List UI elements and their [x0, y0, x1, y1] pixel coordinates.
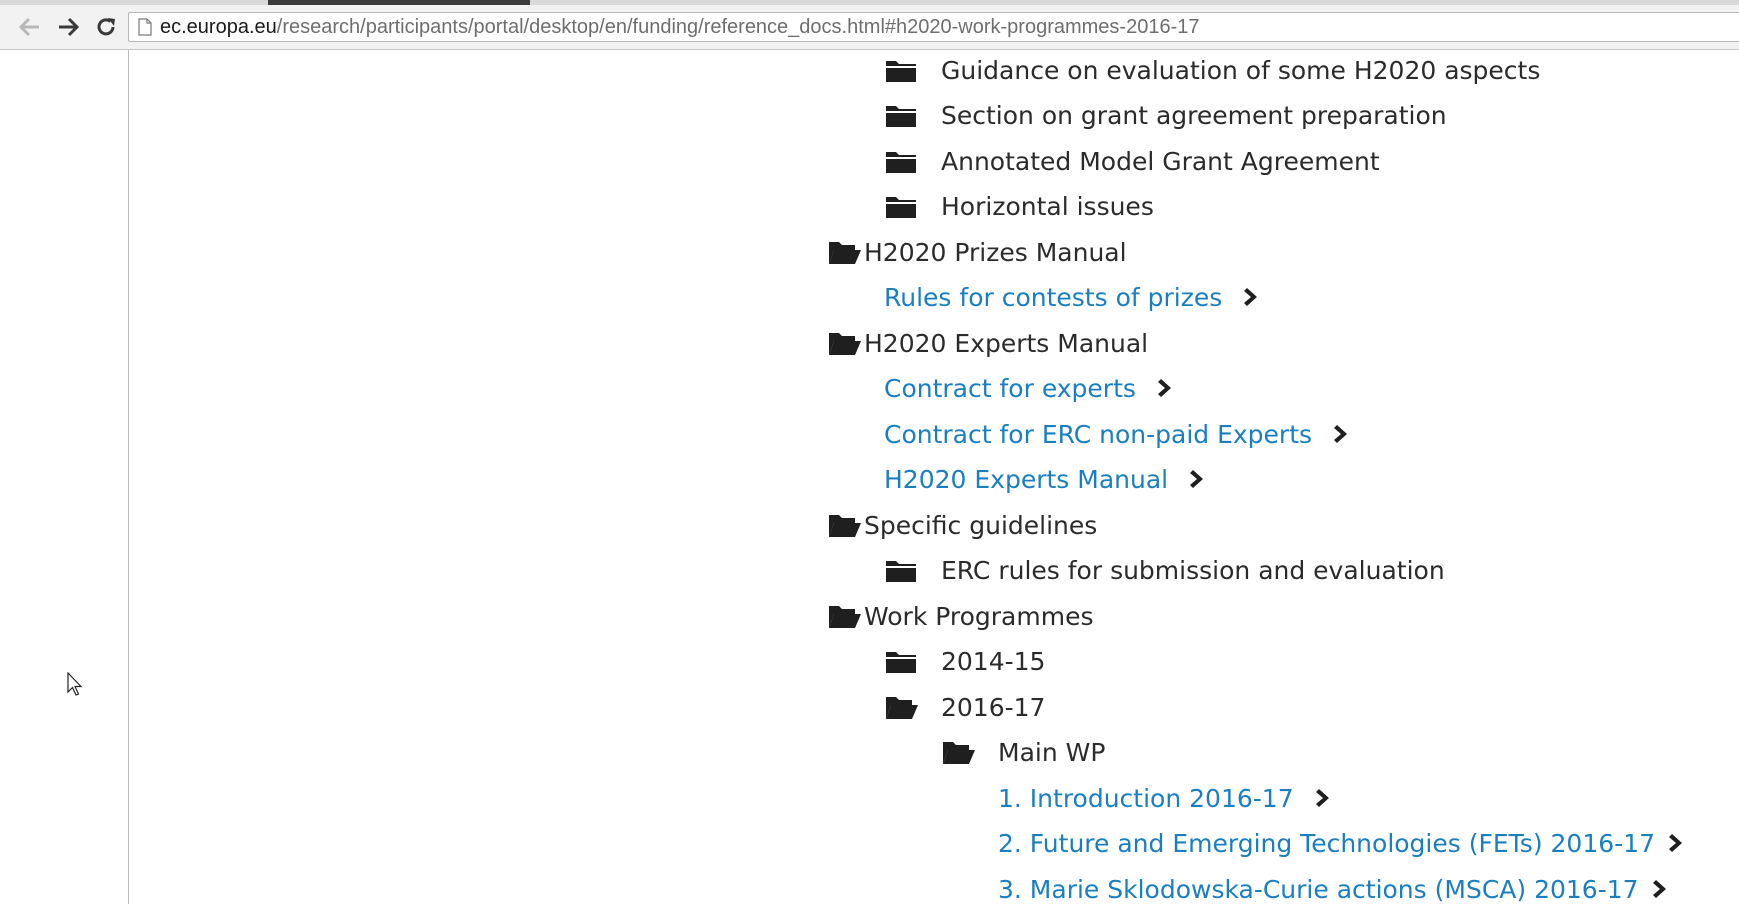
tree-item-label: Section on grant agreement preparation: [941, 100, 1447, 130]
tree-item-label: Annotated Model Grant Agreement: [941, 146, 1380, 176]
link-label: 3. Marie Sklodowska-Curie actions (MSCA)…: [998, 874, 1639, 904]
forward-button[interactable]: [52, 11, 84, 43]
chevron-right-icon: [1651, 877, 1671, 901]
link-fet[interactable]: 2. Future and Emerging Technologies (FET…: [998, 823, 1687, 863]
link-label: Contract for experts: [884, 373, 1136, 403]
sidebar-divider: [128, 50, 129, 904]
reload-button[interactable]: [90, 11, 122, 43]
tree-item-work-programmes[interactable]: Work Programmes: [827, 596, 1094, 636]
folder-open-icon: [941, 738, 975, 766]
chevron-right-icon: [1314, 786, 1334, 810]
mouse-cursor-icon: [67, 672, 83, 696]
tree-item-wp-2014[interactable]: 2014-15: [884, 641, 1045, 681]
tree-item-erc-rules[interactable]: ERC rules for submission and evaluation: [884, 550, 1445, 590]
tree-item-label: 2016-17: [941, 692, 1046, 722]
tree-item-wp-2016[interactable]: 2016-17: [884, 687, 1045, 727]
folder-open-icon: [827, 511, 861, 539]
folder-open-icon: [827, 238, 861, 266]
tree-item-label: Work Programmes: [864, 601, 1094, 631]
tree-item-label: Guidance on evaluation of some H2020 asp…: [941, 55, 1541, 85]
tree-item-label: 2014-15: [941, 646, 1046, 676]
reload-icon: [97, 18, 115, 36]
link-label: Contract for ERC non-paid Experts: [884, 419, 1313, 449]
link-experts-manual[interactable]: H2020 Experts Manual: [884, 459, 1208, 499]
tree-item-label: H2020 Prizes Manual: [864, 237, 1127, 267]
browser-toolbar: ec.europa.eu/research/participants/porta…: [0, 5, 1739, 50]
link-label: Rules for contests of prizes: [884, 282, 1223, 312]
chevron-right-icon: [1188, 467, 1208, 491]
link-contract-erc[interactable]: Contract for ERC non-paid Experts: [884, 414, 1352, 454]
tree-item-grant-prep[interactable]: Section on grant agreement preparation: [884, 95, 1447, 135]
tree-item-label: Specific guidelines: [864, 510, 1098, 540]
link-label: 2. Future and Emerging Technologies (FET…: [998, 828, 1655, 858]
tree-item-label: Horizontal issues: [941, 191, 1154, 221]
page-icon: [138, 18, 152, 36]
folder-closed-icon: [884, 101, 918, 129]
tree-item-horizontal[interactable]: Horizontal issues: [884, 186, 1154, 226]
link-label: H2020 Experts Manual: [884, 464, 1169, 494]
chevron-right-icon: [1156, 376, 1176, 400]
link-intro[interactable]: 1. Introduction 2016-17: [998, 778, 1334, 818]
folder-open-icon: [827, 602, 861, 630]
tree-item-main-wp[interactable]: Main WP: [941, 732, 1105, 772]
folder-closed-icon: [884, 56, 918, 84]
chevron-right-icon: [1242, 285, 1262, 309]
folder-closed-icon: [884, 647, 918, 675]
tree-item-prizes-manual[interactable]: H2020 Prizes Manual: [827, 232, 1127, 272]
tree-item-label: ERC rules for submission and evaluation: [941, 555, 1445, 585]
arrow-right-icon: [59, 17, 79, 37]
tree-item-label: H2020 Experts Manual: [864, 328, 1149, 358]
tree-item-specific-guidelines[interactable]: Specific guidelines: [827, 505, 1097, 545]
url-path: /research/participants/portal/desktop/en…: [276, 15, 1200, 38]
address-bar[interactable]: ec.europa.eu/research/participants/porta…: [128, 12, 1739, 42]
folder-closed-icon: [884, 192, 918, 220]
tree-item-experts-manual[interactable]: H2020 Experts Manual: [827, 323, 1148, 363]
chevron-right-icon: [1667, 831, 1687, 855]
tree-item-guidance[interactable]: Guidance on evaluation of some H2020 asp…: [884, 50, 1540, 90]
folder-closed-icon: [884, 556, 918, 584]
tree-item-annotated-mga[interactable]: Annotated Model Grant Agreement: [884, 141, 1380, 181]
link-rules-prizes[interactable]: Rules for contests of prizes: [884, 277, 1262, 317]
back-button[interactable]: [14, 11, 46, 43]
page-content: Guidance on evaluation of some H2020 asp…: [0, 50, 1739, 904]
link-msca[interactable]: 3. Marie Sklodowska-Curie actions (MSCA)…: [998, 869, 1671, 904]
folder-closed-icon: [884, 147, 918, 175]
folder-open-icon: [884, 693, 918, 721]
arrow-left-icon: [19, 17, 39, 37]
link-contract-experts[interactable]: Contract for experts: [884, 368, 1176, 408]
url-host: ec.europa.eu: [160, 15, 277, 38]
folder-open-icon: [827, 329, 861, 357]
link-label: 1. Introduction 2016-17: [998, 783, 1294, 813]
tree-item-label: Main WP: [998, 737, 1106, 767]
chevron-right-icon: [1332, 422, 1352, 446]
